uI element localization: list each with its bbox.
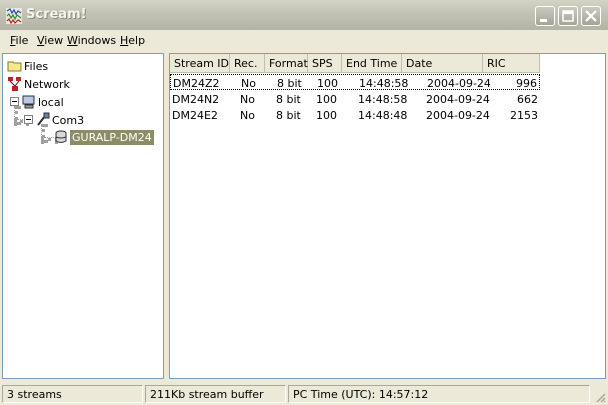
cell-date: 2004-09-24 <box>426 109 490 122</box>
column-header-rec[interactable]: Rec. <box>230 54 265 73</box>
window-title: Scream! <box>26 7 87 22</box>
status-streams: 3 streams <box>2 385 143 403</box>
tree-item-label: Com3 <box>52 114 85 127</box>
status-bar: 3 streams 211Kb stream buffer PC Time (U… <box>0 383 608 405</box>
tree-pane[interactable]: Files Network local Com3 GURALP-DM24 <box>2 53 164 379</box>
menu-view[interactable]: View <box>37 34 63 47</box>
maximize-icon <box>562 10 574 22</box>
cell-stream-id: DM24E2 <box>172 109 218 122</box>
network-icon <box>7 76 23 92</box>
table-row[interactable]: DM24Z2 No 8 bit 100 14:48:58 2004-09-24 … <box>170 74 540 90</box>
tree-item-label: local <box>38 96 64 109</box>
tree-item-label: GURALP-DM24 <box>70 130 154 145</box>
cell-rec: No <box>240 109 255 122</box>
tree-item-label: Network <box>24 78 70 91</box>
column-header-format[interactable]: Format <box>265 54 308 73</box>
column-header-sps[interactable]: SPS <box>308 54 342 73</box>
table-row[interactable]: DM24E2 No 8 bit 100 14:48:48 2004-09-24 … <box>170 107 540 123</box>
cell-date: 2004-09-24 <box>426 93 490 106</box>
main-window: Scream! File View Windows Help Files Net… <box>0 0 608 405</box>
digitizer-icon <box>53 129 69 145</box>
column-header-date[interactable]: Date <box>402 54 483 73</box>
cell-ric: 662 <box>517 93 538 106</box>
menu-bar: File View Windows Help <box>0 30 608 50</box>
close-button[interactable] <box>581 6 601 26</box>
cell-end-time: 14:48:58 <box>359 77 409 90</box>
table-row[interactable]: DM24N2 No 8 bit 100 14:48:58 2004-09-24 … <box>170 91 540 107</box>
cell-sps: 100 <box>317 77 338 90</box>
minimize-icon <box>540 19 547 22</box>
cell-rec: No <box>241 77 256 90</box>
computer-icon <box>21 94 37 110</box>
column-header-stream-id[interactable]: Stream ID <box>170 54 230 73</box>
column-header-ric[interactable]: RIC <box>483 54 540 73</box>
cell-end-time: 14:48:48 <box>358 109 408 122</box>
app-icon <box>6 8 22 25</box>
cell-ric: 996 <box>516 77 537 90</box>
status-buffer: 211Kb stream buffer <box>145 385 286 403</box>
cell-format: 8 bit <box>276 93 301 106</box>
column-header-end-time[interactable]: End Time <box>342 54 402 73</box>
collapse-icon[interactable] <box>10 97 19 106</box>
menu-help[interactable]: Help <box>120 34 145 47</box>
cell-rec: No <box>240 93 255 106</box>
cell-date: 2004-09-24 <box>427 77 491 90</box>
maximize-button[interactable] <box>558 6 578 26</box>
title-bar[interactable]: Scream! <box>0 0 608 31</box>
folder-icon <box>7 58 23 74</box>
cell-end-time: 14:48:58 <box>358 93 408 106</box>
resize-grip-icon[interactable] <box>594 391 606 403</box>
minimize-button[interactable] <box>535 6 555 26</box>
tree-item-label: Files <box>24 60 49 73</box>
stream-list[interactable]: Stream ID Rec. Format SPS End Time Date … <box>169 53 606 379</box>
close-icon <box>585 10 597 22</box>
cell-ric: 2153 <box>510 109 538 122</box>
cell-format: 8 bit <box>276 109 301 122</box>
cell-stream-id: DM24N2 <box>172 93 220 106</box>
cell-sps: 100 <box>316 109 337 122</box>
menu-windows[interactable]: Windows <box>67 34 116 47</box>
cell-format: 8 bit <box>277 77 302 90</box>
cell-stream-id: DM24Z2 <box>173 77 220 90</box>
status-pc-time: PC Time (UTC): 14:57:12 <box>288 385 590 403</box>
menu-file[interactable]: File <box>10 34 28 47</box>
collapse-icon[interactable] <box>24 115 33 124</box>
cell-sps: 100 <box>316 93 337 106</box>
